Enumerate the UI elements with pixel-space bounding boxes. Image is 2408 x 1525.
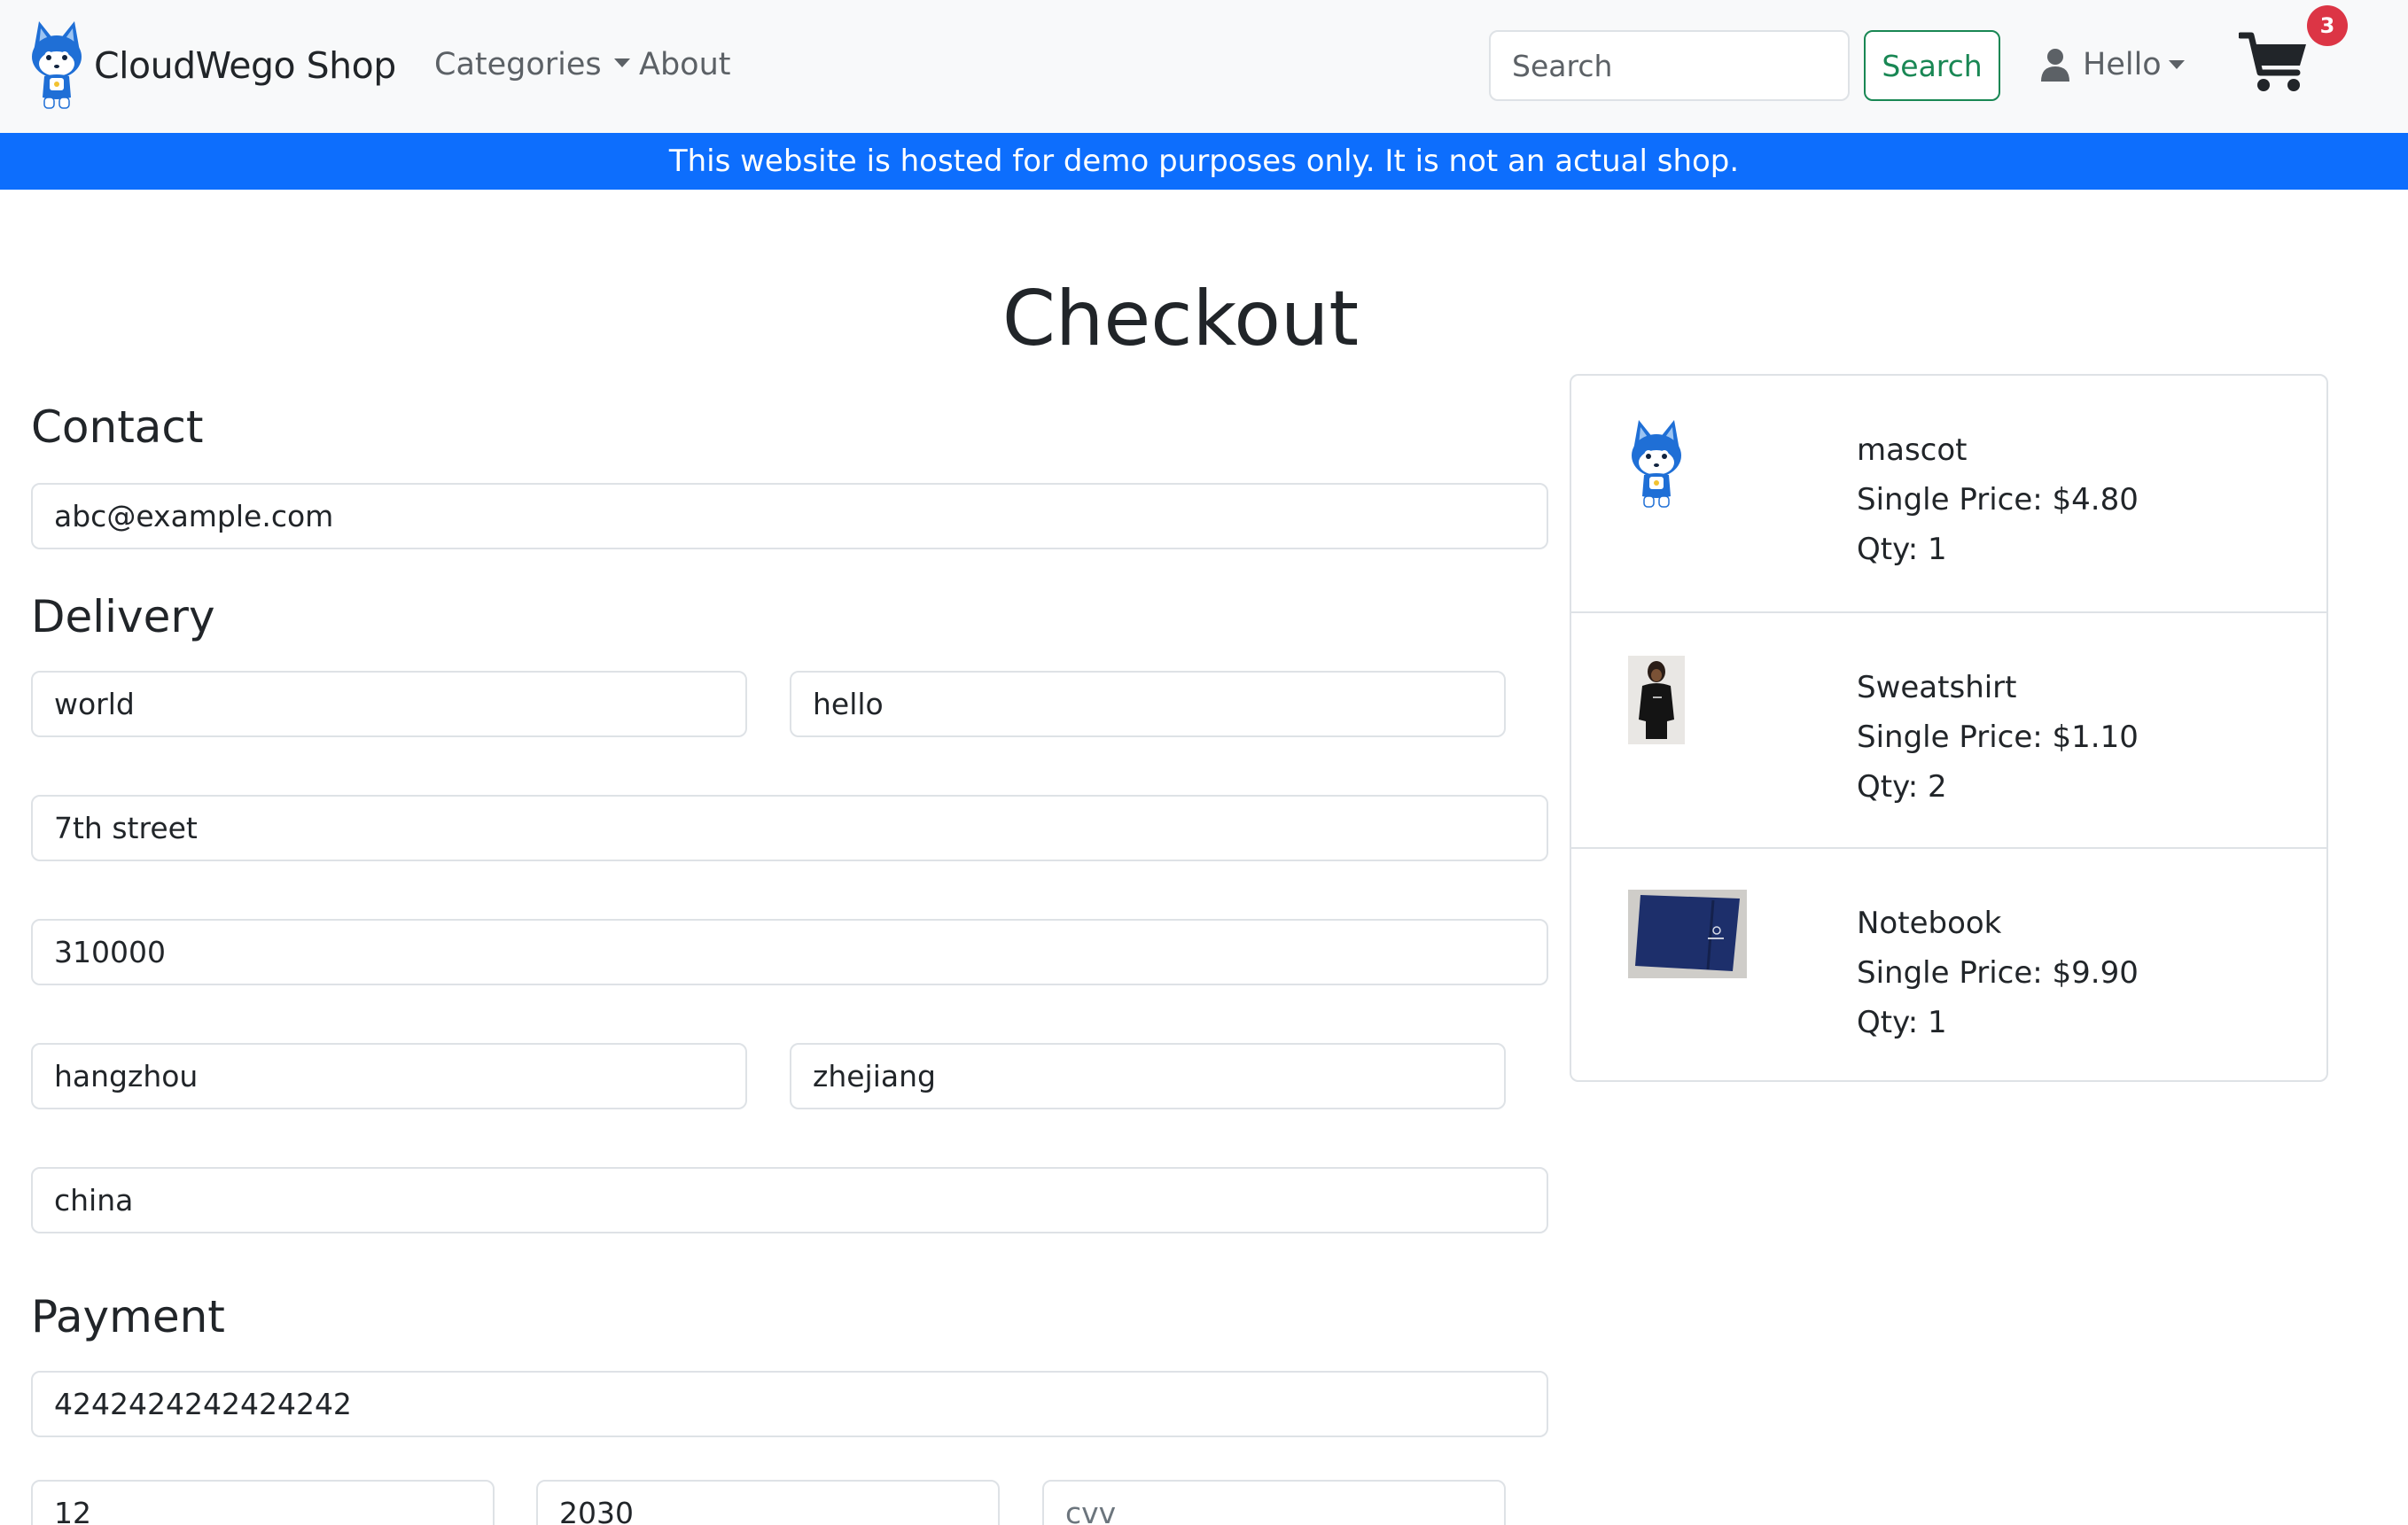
mascot-product-image [1632,420,1681,508]
cart-item-qty: Qty: 1 [1857,532,1947,567]
card-number-field[interactable] [31,1371,1548,1437]
nav-categories-dropdown[interactable]: Categories [434,43,630,87]
cart-item-price: Single Price: $4.80 [1857,482,2139,517]
brand-link[interactable]: CloudWego Shop [28,19,396,112]
search-button[interactable]: Search [1864,30,2000,101]
cart-item: mascot Single Price: $4.80 Qty: 1 [1571,376,2326,611]
province-field[interactable] [790,1043,1506,1109]
cart-item-info: mascot Single Price: $4.80 Qty: 1 [1857,425,2139,574]
contact-heading: Contact [31,401,204,453]
cart-item-qty: Qty: 2 [1857,769,1947,805]
city-field[interactable] [31,1043,747,1109]
expiry-month-field[interactable] [31,1480,495,1525]
cart-count-badge: 3 [2307,5,2348,46]
payment-heading: Payment [31,1291,225,1342]
cart-item-info: Notebook Single Price: $9.90 Qty: 1 [1857,899,2139,1047]
cart-item-name: mascot [1857,432,1968,468]
cart-item-name: Sweatshirt [1857,670,2017,705]
street-field[interactable] [31,795,1548,861]
nav-about-link[interactable]: About [639,43,730,87]
zip-code-field[interactable] [31,919,1548,985]
cart-item-price: Single Price: $1.10 [1857,720,2139,755]
first-name-field[interactable] [31,671,747,737]
cart-item: Notebook Single Price: $9.90 Qty: 1 [1571,847,2326,1082]
navbar: CloudWego Shop Categories About Search H… [0,0,2408,133]
email-field[interactable] [31,483,1548,549]
demo-notice-banner: This website is hosted for demo purposes… [0,133,2408,190]
nav-categories-label: Categories [434,47,602,82]
cart-item-qty: Qty: 1 [1857,1005,1947,1040]
user-menu-dropdown[interactable]: Hello [2040,43,2185,87]
notebook-product-image [1628,890,1747,978]
last-name-field[interactable] [790,671,1506,737]
cart-item-info: Sweatshirt Single Price: $1.10 Qty: 2 [1857,663,2139,812]
cart-item-price: Single Price: $9.90 [1857,955,2139,991]
brand-name: CloudWego Shop [94,44,396,87]
shopping-cart-icon[interactable] [2239,27,2310,97]
cvv-field[interactable] [1042,1480,1506,1525]
country-field[interactable] [31,1167,1548,1233]
page-title: Checkout [1001,275,1360,363]
cart-item-name: Notebook [1857,906,2002,941]
sweatshirt-product-image [1628,656,1685,744]
expiry-year-field[interactable] [536,1480,1000,1525]
search-input[interactable] [1489,30,1850,101]
cart-summary-card: mascot Single Price: $4.80 Qty: 1 Sweats… [1570,374,2328,1082]
user-menu-label: Hello [2083,47,2162,82]
chevron-down-icon [2168,60,2185,69]
mascot-icon [32,21,82,109]
chevron-down-icon [613,58,630,67]
delivery-heading: Delivery [31,591,215,642]
person-icon [2041,49,2069,82]
cart-item: Sweatshirt Single Price: $1.10 Qty: 2 [1571,611,2326,847]
